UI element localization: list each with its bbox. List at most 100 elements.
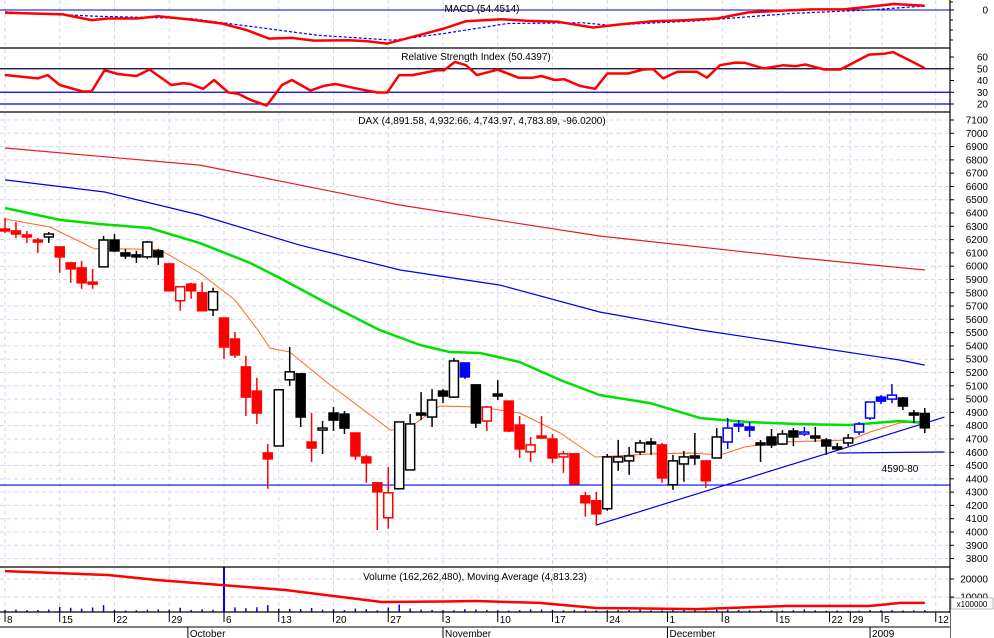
volume-title: Volume (162,262,480), Moving Average (4,… [363,572,587,583]
candle-body [602,456,613,510]
candle-body [21,234,33,238]
price-axis-label: 4700 [966,434,989,445]
candlestick [448,357,460,399]
rsi-axis-label: 40 [977,76,989,87]
candle-body [722,427,733,443]
x-axis-day-label: 8 [7,615,13,626]
candle-body [10,230,22,235]
candle-body [766,436,777,446]
candlestick [667,454,679,490]
candle-body [788,430,799,438]
candle-body [558,453,569,458]
price-axis-label: 4300 [966,488,989,499]
candle-body [831,446,843,450]
candle-body [383,492,394,519]
candle-body [361,456,372,464]
candle-body [864,401,876,419]
price-axis-label: 4900 [966,408,989,419]
candle-body [810,435,821,439]
price-axis-label: 3800 [966,554,989,565]
candle-body [207,290,219,311]
price-axis-label: 5700 [966,302,989,313]
price-axis-label: 4200 [966,501,989,512]
candle-body [98,239,109,268]
candle-body [700,460,712,482]
rsi-axis-label: 50 [977,64,989,75]
price-axis-label: 6000 [966,262,989,273]
macd-title: MACD (54.4514) [444,4,519,15]
candlestick [164,262,175,292]
candle-body [273,389,284,447]
macd-axis-label: 0 [982,6,988,17]
candle-body [842,437,854,444]
price-axis-label: 4800 [966,421,989,432]
candle-body [109,239,120,252]
candle-body [437,390,449,397]
rsi-axis-label: 30 [977,88,989,99]
x-axis-month-label: November [445,629,492,638]
candlestick [547,434,558,463]
candle-body [251,390,263,414]
price-axis-label: 5200 [966,368,989,379]
price-axis-label: 3900 [966,541,989,552]
candle-body [404,423,416,471]
price-axis-label: 5600 [966,315,989,326]
x-axis-day-label: 20 [336,615,348,626]
candle-body [821,439,832,447]
candlestick [273,389,284,447]
price-axis-label: 5100 [966,381,989,392]
price-axis-label: 5000 [966,395,989,406]
candlestick [569,453,580,485]
rsi-title: Relative Strength Index (50.4397) [401,52,551,63]
candle-body [0,228,11,232]
candle-body [580,495,591,504]
price-axis-label: 4500 [966,461,989,472]
volume-axis-label: 20000 [960,575,988,586]
price-axis-label: 4400 [966,474,989,485]
x-axis-day-label: 22 [117,615,129,626]
price-axis-label: 4000 [966,527,989,538]
candle-body [415,412,427,416]
price-axis-label: 5800 [966,288,989,299]
x-axis-day-label: 5 [884,615,890,626]
candlestick [864,401,876,421]
candlestick [98,236,109,268]
price-axis-label: 5500 [966,328,989,339]
x-axis-day-label: 1 [669,615,675,626]
x-axis-day-label: 17 [555,615,567,626]
candle-body [295,373,306,418]
candle-body [777,433,788,445]
candle-body [185,283,197,292]
candle-body [591,500,602,515]
candle-body [755,442,766,446]
price-axis-label: 6100 [966,248,989,259]
candle-body [131,254,142,258]
candlestick [393,421,405,490]
volume-unit-label: x100000 [957,600,988,609]
candle-body [284,371,295,381]
candle-body [120,252,131,257]
candle-body [459,362,471,378]
candle-body [525,444,536,453]
candlestick [470,384,482,429]
candle-body [317,427,328,431]
price-axis-label: 6800 [966,155,989,166]
price-axis-label: 6500 [966,195,989,206]
candle-body [393,421,405,490]
price-axis-label: 7000 [966,129,989,140]
x-axis-day-label: 15 [779,615,791,626]
x-axis-day-label: 12 [938,615,950,626]
candle-body [711,436,722,459]
candle-body [32,239,44,243]
candle-body [65,262,76,270]
candle-body [470,384,482,424]
price-axis-label: 5300 [966,355,989,366]
candle-body [76,267,87,284]
candle-body [853,423,865,433]
price-axis-label: 6200 [966,235,989,246]
target-label: 4590-80 [882,464,919,475]
candle-body [908,412,920,416]
candle-body [919,412,931,429]
candle-body [229,338,241,356]
price-axis-label: 6400 [966,209,989,220]
